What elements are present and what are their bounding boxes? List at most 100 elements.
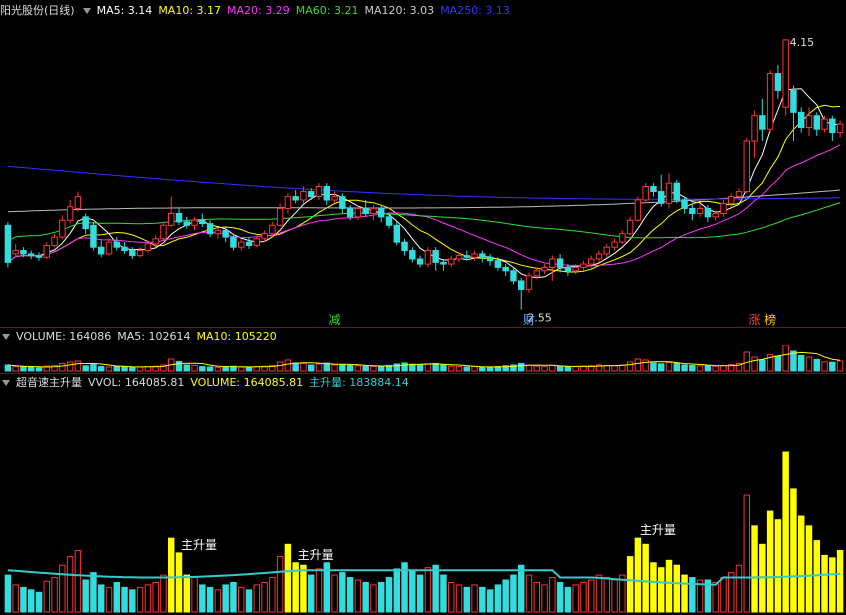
indicator-bar [494,584,502,613]
volume-bar [82,365,89,372]
volume-chart[interactable] [0,345,846,373]
candle [74,191,82,212]
indicator-bar [370,584,377,613]
volume-bar [331,364,338,372]
candle-body [284,196,292,209]
candle [541,264,548,275]
legend-label: MA20: 3.29 [227,4,290,17]
candle-body [642,186,649,201]
indicator-bar [502,579,509,613]
volume-bar [401,362,408,372]
candle [401,238,408,256]
indicator-bar [230,581,237,613]
volume-bar [346,364,354,372]
indicator-dropdown-icon[interactable] [2,380,10,386]
volume-bar [105,366,113,372]
candle-body [743,140,750,193]
candle-body [502,266,509,272]
volume-bar [525,364,533,372]
candle [525,272,533,293]
candle [743,137,750,194]
indicator-bar [74,549,82,613]
legend-label: MA5: 3.14 [96,4,153,17]
volume-bar [98,366,105,372]
candle-body [105,241,113,255]
indicator-bar [486,589,494,613]
indicator-chart[interactable]: 主升量主升量主升量 [0,392,846,614]
candle-body [821,118,828,130]
candle-body [658,191,665,204]
candle-body [448,258,455,265]
candle-body [175,212,183,223]
indicator-bar [206,586,214,613]
candle-body [214,229,222,235]
volume-bar [448,365,455,372]
candle-body [681,199,688,209]
indicator-bar [199,584,206,613]
event-marker: 涨 [749,312,761,327]
volume-bar [720,364,727,372]
price-chart[interactable]: 4.152.55减财涨榜 [0,18,846,328]
candle-body [782,39,789,108]
volume-bar [238,366,245,372]
candle-body [836,123,844,134]
volume-bar [471,366,478,372]
candle [35,252,43,261]
volume-bar [626,361,634,372]
legend-label: 超音速主升量 [16,376,82,389]
candle-body [564,266,572,272]
candle-body [813,115,820,130]
candle [580,260,587,271]
event-marker: 减 [329,313,341,327]
indicator-bar [580,581,587,613]
volume-bar [129,366,136,372]
candle-body [206,223,214,235]
candle [4,221,12,268]
volume-bar [276,361,284,372]
volume-bar [658,363,665,372]
candle-body [790,89,797,113]
volume-bar [829,361,836,372]
indicator-bar [790,488,797,613]
dropdown-triangle-icon[interactable] [82,8,91,14]
candle-body [292,196,299,201]
candle [82,213,89,234]
indicator-bar [549,577,556,613]
candle [471,250,478,261]
candle [315,183,323,200]
indicator-bar [378,581,385,613]
indicator-bar [774,519,782,613]
volume-bar [805,356,813,372]
candle-body [354,207,362,218]
candle [409,247,416,263]
candle [650,183,657,197]
volume-dropdown-icon[interactable] [2,334,10,340]
candle-body [98,246,105,255]
candle-body [183,221,191,226]
candle [782,39,789,116]
volume-bar [572,366,579,372]
candle-body [238,241,245,248]
indicator-bar [510,574,517,613]
indicator-bar [261,581,268,613]
volume-bar [74,360,82,372]
candle-body [323,186,330,201]
candle [105,238,113,256]
candle-body [455,255,463,260]
candle-body [611,241,618,248]
indicator-bar [728,572,735,613]
candle [595,250,603,263]
volume-bar [463,366,470,372]
candle-body [339,196,346,209]
volume-bar [549,364,556,372]
volume-bar [28,366,35,372]
indicator-bar [144,584,152,613]
candle [214,226,222,239]
indicator-bar [393,568,400,613]
stock-title[interactable]: 阳光股份(日线) [0,4,75,17]
legend-label: MA10: 105220 [196,330,277,343]
indicator-bar [782,451,789,613]
indicator-bar [66,556,74,613]
candle-body [510,270,517,282]
candle [798,107,805,133]
